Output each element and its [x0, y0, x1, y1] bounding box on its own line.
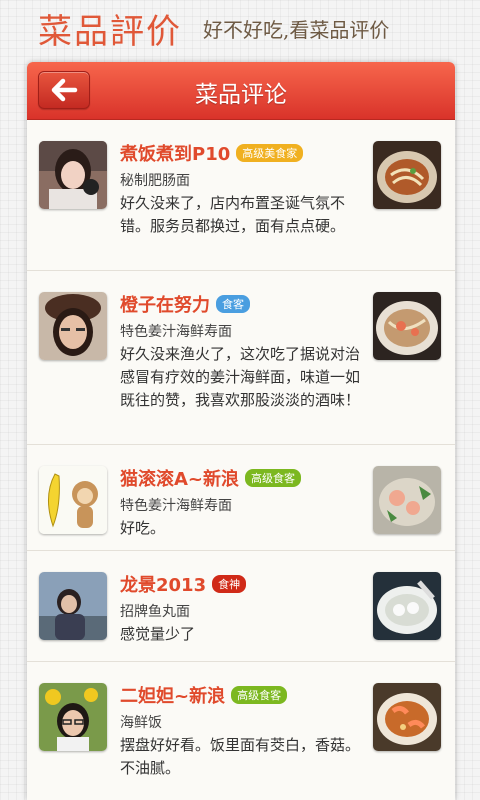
username[interactable]: 橙子在努力	[120, 291, 210, 317]
user-level-badge: 高级美食家	[236, 144, 304, 162]
review-text: 好久没来渔火了，这次吃了据说对治感冒有疗效的姜汁海鲜面，味道一如既往的赞，我喜欢…	[120, 345, 361, 409]
app-title: 菜品評价	[38, 12, 182, 52]
review-text: 好久没来了，店内布置圣诞气氛不错。服务员都换过，面有点点硬。	[120, 194, 346, 235]
user-level-badge: 高级食客	[231, 686, 288, 704]
review-header: 猫滚滚A~新浪 高级食客	[120, 465, 302, 491]
review-item[interactable]: 猫滚滚A~新浪 高级食客 特色姜汁海鲜寿面 好吃。	[27, 445, 455, 551]
username[interactable]: 龙景2013	[120, 571, 206, 597]
user-level-badge: 食客	[216, 295, 250, 313]
dish-photo[interactable]	[373, 466, 441, 534]
user-level-badge: 高级食客	[245, 469, 302, 487]
dish-name: 招牌鱼丸面	[120, 604, 190, 620]
review-text: 摆盘好好看。饭里面有茭白，香菇。不油腻。	[120, 736, 361, 777]
dish-photo[interactable]	[373, 141, 441, 209]
dish-photo[interactable]	[373, 292, 441, 360]
avatar[interactable]	[39, 683, 107, 751]
avatar[interactable]	[39, 466, 107, 534]
review-header: 龙景2013 食神	[120, 571, 247, 597]
dish-name: 海鲜饭	[120, 715, 162, 731]
review-header: 橙子在努力 食客	[120, 291, 250, 317]
page-title: 菜品评论	[195, 82, 287, 108]
app-header: 菜品評价 好不好吃,看菜品评价	[0, 0, 480, 58]
review-text: 好吃。	[120, 519, 166, 537]
review-list[interactable]: 煮饭煮到P10 高级美食家 秘制肥肠面 好久没来了，店内布置圣诞气氛不错。服务员…	[27, 120, 455, 790]
dish-name: 秘制肥肠面	[120, 173, 190, 189]
review-item[interactable]: 二妲妲~新浪 高级食客 海鲜饭 摆盘好好看。饭里面有茭白，香菇。不油腻。	[27, 662, 455, 790]
review-header: 煮饭煮到P10 高级美食家	[120, 140, 304, 166]
avatar[interactable]	[39, 572, 107, 640]
dish-photo[interactable]	[373, 683, 441, 751]
review-text: 感觉量少了	[120, 625, 196, 643]
dish-name: 特色姜汁海鲜寿面	[120, 324, 232, 340]
avatar[interactable]	[39, 292, 107, 360]
username[interactable]: 猫滚滚A~新浪	[120, 465, 239, 491]
review-item[interactable]: 龙景2013 食神 招牌鱼丸面 感觉量少了	[27, 551, 455, 662]
top-bar: 菜品评论	[27, 62, 455, 120]
dish-photo[interactable]	[373, 572, 441, 640]
username[interactable]: 二妲妲~新浪	[120, 682, 225, 708]
review-item[interactable]: 橙子在努力 食客 特色姜汁海鲜寿面 好久没来渔火了，这次吃了据说对治感冒有疗效的…	[27, 271, 455, 445]
user-level-badge: 食神	[212, 575, 247, 593]
avatar[interactable]	[39, 141, 107, 209]
review-panel: 菜品评论 煮饭煮到P10 高级美食家 秘制肥肠面 好久没来了，店内布置圣诞气氛不…	[27, 62, 455, 800]
dish-name: 特色姜汁海鲜寿面	[120, 498, 232, 514]
review-item[interactable]: 煮饭煮到P10 高级美食家 秘制肥肠面 好久没来了，店内布置圣诞气氛不错。服务员…	[27, 120, 455, 271]
username[interactable]: 煮饭煮到P10	[120, 140, 230, 166]
app-slogan: 好不好吃,看菜品评价	[203, 18, 390, 42]
review-header: 二妲妲~新浪 高级食客	[120, 682, 288, 708]
